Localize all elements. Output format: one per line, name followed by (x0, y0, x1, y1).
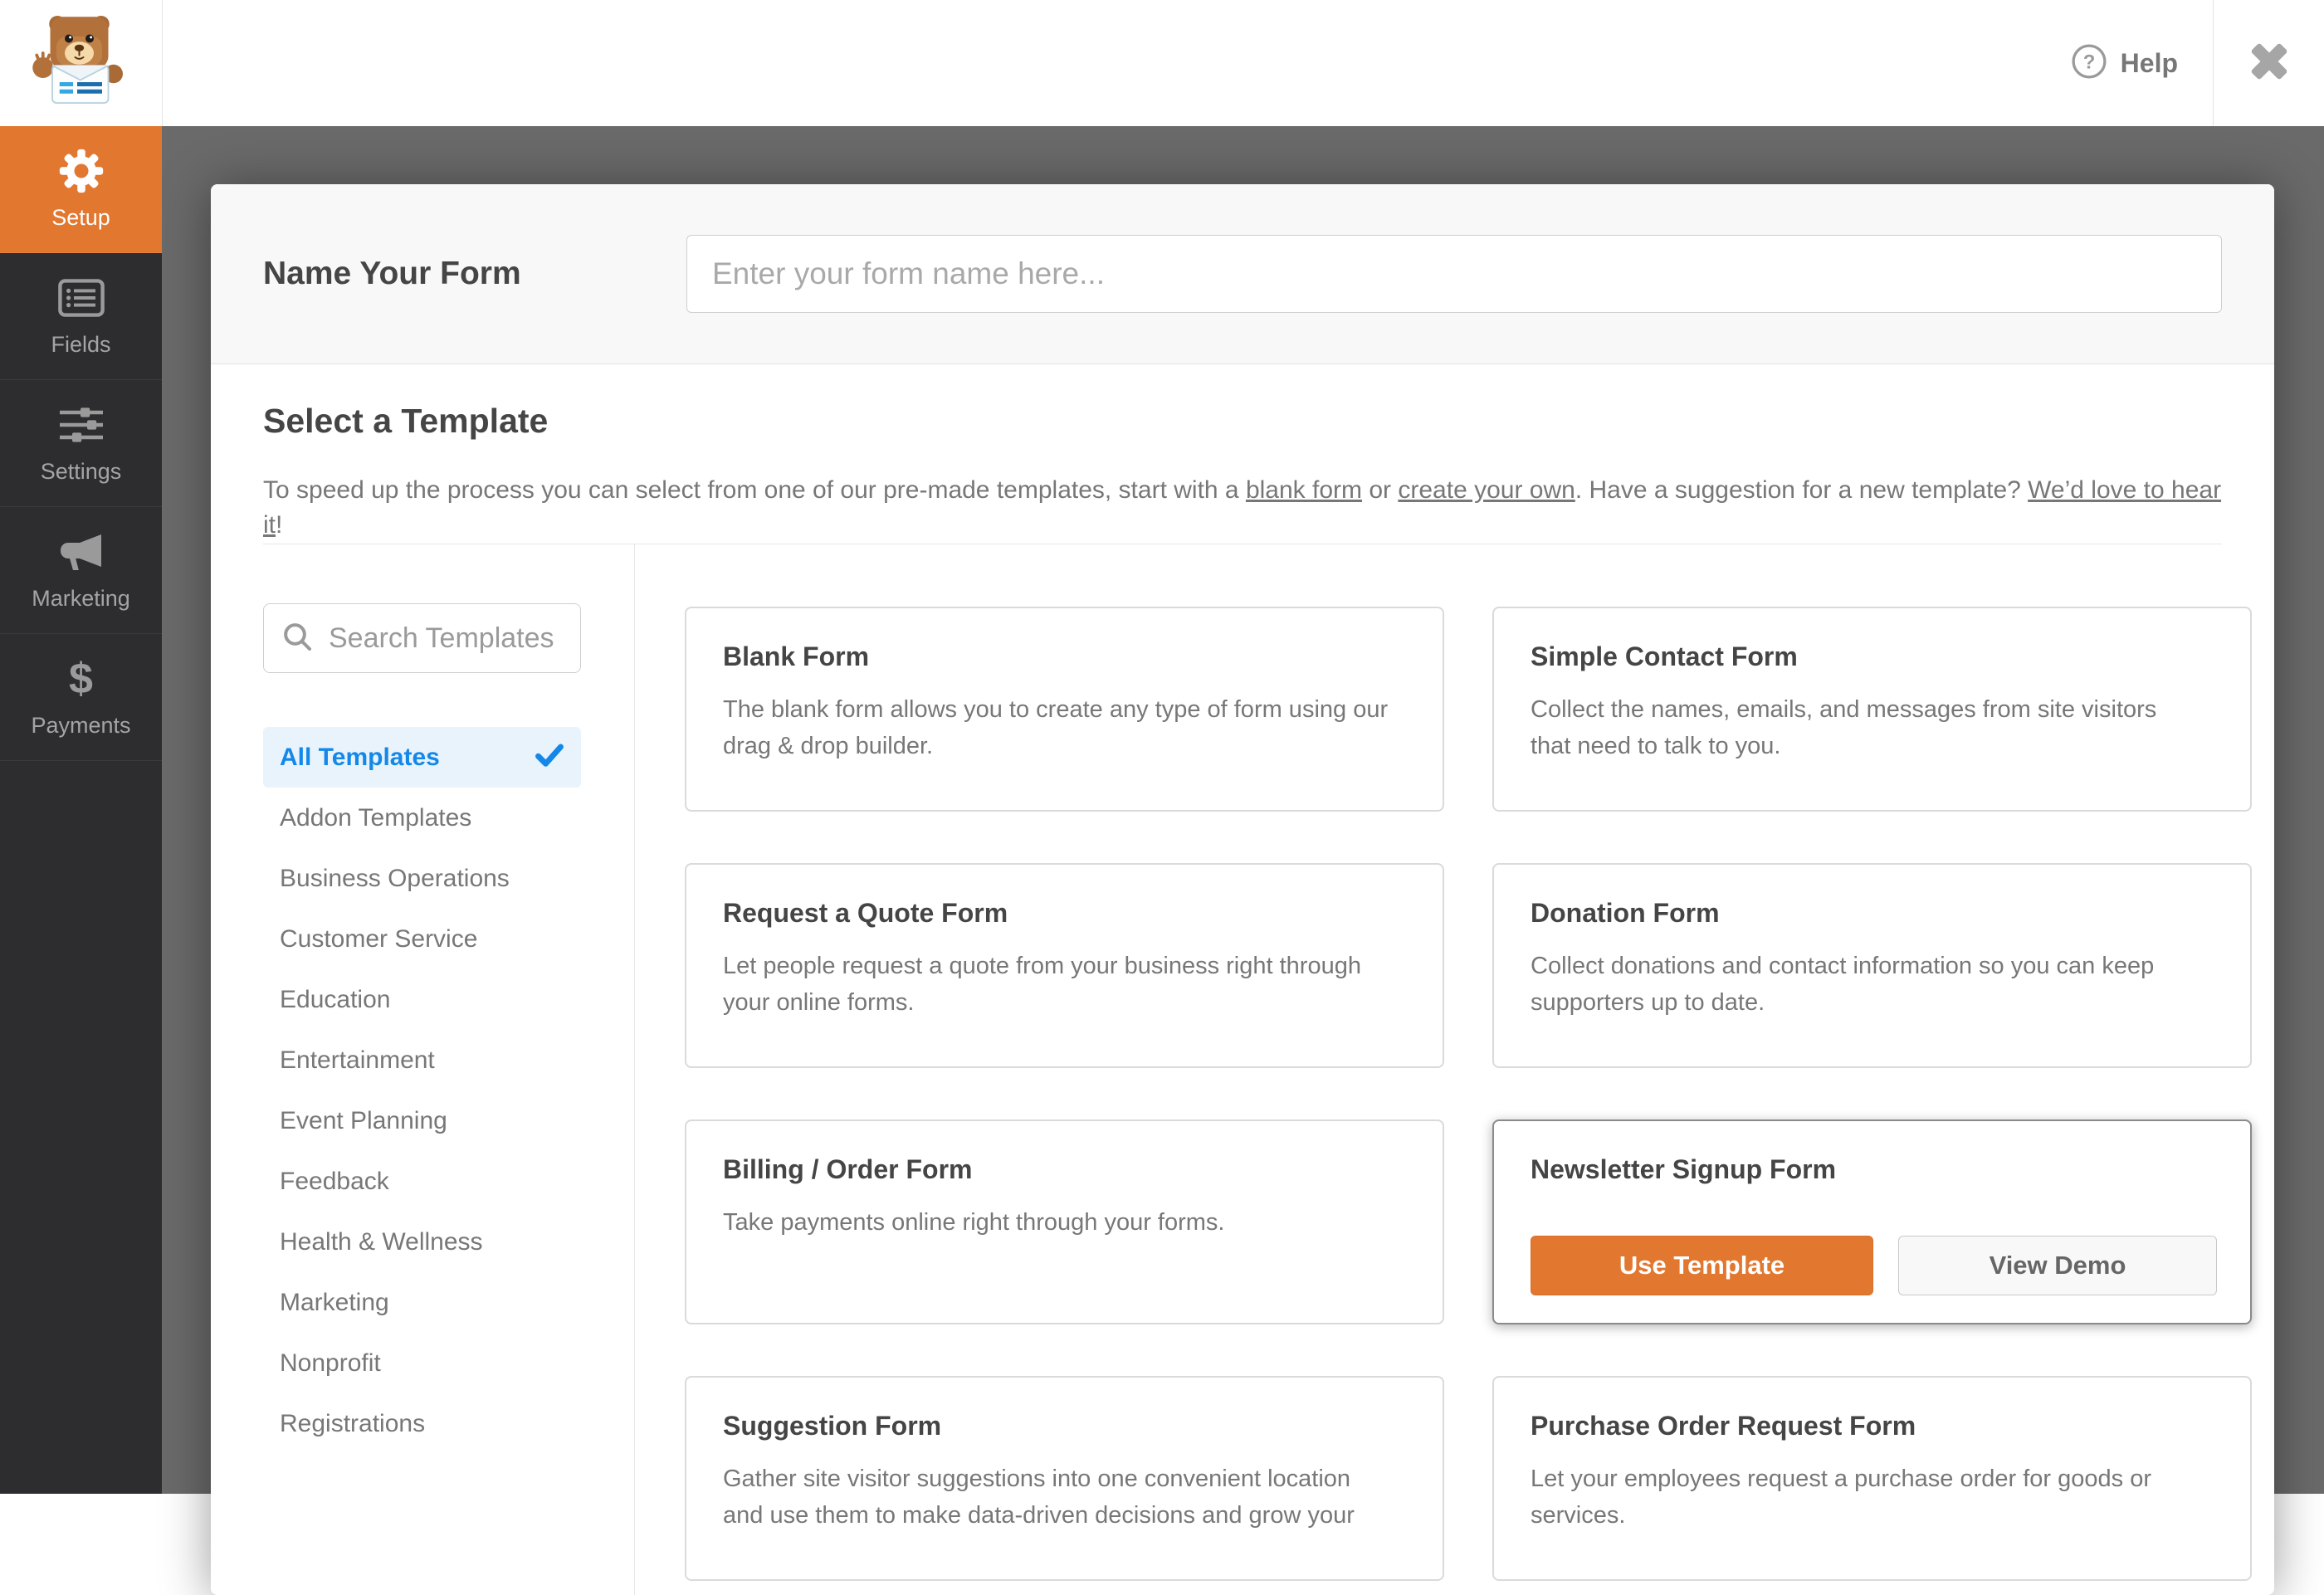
template-card-blank-form[interactable]: Blank Form The blank form allows you to … (685, 607, 1444, 812)
category-label: Nonprofit (280, 1349, 381, 1377)
template-title: Blank Form (723, 641, 870, 671)
category-item-customer-service[interactable]: Customer Service (263, 909, 581, 969)
vertical-divider (634, 544, 635, 1595)
category-label: Registrations (280, 1409, 426, 1437)
template-card-billing-order-form[interactable]: Billing / Order Form Take payments onlin… (685, 1119, 1444, 1324)
question-circle-icon: ? (2071, 43, 2107, 84)
blank-form-link[interactable]: blank form (1246, 476, 1362, 504)
category-list: All Templates Addon Templates Business O… (263, 727, 581, 1454)
template-title: Request a Quote Form (723, 898, 1008, 928)
close-button[interactable] (2213, 0, 2324, 126)
template-card-simple-contact-form[interactable]: Simple Contact Form Collect the names, e… (1492, 607, 2252, 812)
sidebar-item-label: Setup (51, 204, 110, 230)
description-text: ! (276, 511, 283, 539)
help-label: Help (2120, 47, 2178, 78)
category-item-all-templates[interactable]: All Templates (263, 727, 581, 788)
category-item-entertainment[interactable]: Entertainment (263, 1030, 581, 1090)
description-text: or (1362, 476, 1399, 504)
template-title: Simple Contact Form (1531, 641, 1798, 671)
template-description: Collect donations and contact informatio… (1531, 953, 2155, 1016)
category-label: Health & Wellness (280, 1227, 483, 1256)
megaphone-icon (58, 529, 105, 574)
template-card-newsletter-signup-form[interactable]: Newsletter Signup Form Use Template View… (1492, 1119, 2252, 1324)
category-item-event-planning[interactable]: Event Planning (263, 1090, 581, 1151)
category-item-addon-templates[interactable]: Addon Templates (263, 788, 581, 848)
category-label: Event Planning (280, 1106, 447, 1134)
sidebar-item-label: Fields (51, 331, 111, 357)
template-card-request-a-quote-form[interactable]: Request a Quote Form Let people request … (685, 863, 1444, 1068)
sidebar-item-settings[interactable]: Settings (0, 380, 162, 507)
template-title: Newsletter Signup Form (1531, 1154, 1837, 1184)
close-icon (2246, 38, 2292, 89)
category-label: Entertainment (280, 1046, 435, 1074)
category-item-feedback[interactable]: Feedback (263, 1151, 581, 1212)
create-your-own-link[interactable]: create your own (1398, 476, 1575, 504)
sidebar-item-label: Marketing (32, 585, 130, 611)
template-card-purchase-order-request-form[interactable]: Purchase Order Request Form Let your emp… (1492, 1376, 2252, 1581)
category-label: Feedback (280, 1167, 389, 1195)
search-input[interactable] (327, 621, 564, 656)
category-label: Education (280, 985, 391, 1013)
wpforms-bear-logo (29, 12, 134, 115)
check-icon (535, 739, 564, 776)
fields-icon (57, 276, 105, 320)
template-description: Gather site visitor suggestions into one… (723, 1466, 1355, 1529)
setup-panel: Name Your Form Select a Template To spee… (211, 184, 2274, 1595)
builder-sidebar: Setup Fields Settings Marketing $ Paymen… (0, 126, 162, 1494)
select-template-title: Select a Template (263, 402, 549, 440)
form-name-input[interactable] (686, 235, 2222, 313)
template-title: Billing / Order Form (723, 1154, 973, 1184)
template-description: Take payments online right through your … (723, 1209, 1225, 1236)
template-description: Collect the names, emails, and messages … (1531, 696, 2157, 759)
description-text: . Have a suggestion for a new template? (1575, 476, 2029, 504)
category-item-registrations[interactable]: Registrations (263, 1393, 581, 1454)
template-title: Suggestion Form (723, 1411, 942, 1441)
template-card-grid: Blank Form The blank form allows you to … (685, 607, 2252, 1581)
sidebar-item-payments[interactable]: $ Payments (0, 634, 162, 761)
template-card-actions: Use Template View Demo (1531, 1236, 2217, 1295)
sidebar-item-label: Settings (40, 458, 122, 484)
search-icon (281, 620, 314, 657)
svg-text:?: ? (2082, 51, 2095, 73)
use-template-button[interactable]: Use Template (1531, 1236, 1873, 1295)
template-title: Donation Form (1531, 898, 1720, 928)
category-item-health-wellness[interactable]: Health & Wellness (263, 1212, 581, 1272)
category-label: Marketing (280, 1288, 389, 1316)
category-label: Customer Service (280, 924, 478, 953)
category-label: Business Operations (280, 864, 510, 892)
gear-icon (59, 149, 104, 193)
help-button[interactable]: ? Help (2071, 0, 2178, 126)
sidebar-item-marketing[interactable]: Marketing (0, 507, 162, 634)
form-name-section: Name Your Form (211, 184, 2274, 364)
template-card-suggestion-form[interactable]: Suggestion Form Gather site visitor sugg… (685, 1376, 1444, 1581)
category-label: Addon Templates (280, 803, 472, 832)
top-header: ? Help (0, 0, 2324, 126)
category-item-education[interactable]: Education (263, 969, 581, 1030)
form-name-label: Name Your Form (263, 256, 521, 291)
sidebar-item-label: Payments (31, 712, 131, 738)
sidebar-item-fields[interactable]: Fields (0, 253, 162, 380)
select-template-description: To speed up the process you can select f… (263, 473, 2222, 543)
dollar-icon: $ (69, 654, 93, 703)
template-search (263, 603, 581, 673)
category-item-nonprofit[interactable]: Nonprofit (263, 1333, 581, 1393)
template-description: The blank form allows you to create any … (723, 696, 1389, 759)
sliders-icon (58, 402, 105, 447)
template-title: Purchase Order Request Form (1531, 1411, 1916, 1441)
view-demo-button[interactable]: View Demo (1898, 1236, 2217, 1295)
category-item-business-operations[interactable]: Business Operations (263, 848, 581, 909)
template-description: Let your employees request a purchase or… (1531, 1466, 2151, 1529)
category-label: All Templates (280, 743, 440, 771)
category-item-marketing[interactable]: Marketing (263, 1272, 581, 1333)
sidebar-item-setup[interactable]: Setup (0, 126, 162, 253)
template-card-donation-form[interactable]: Donation Form Collect donations and cont… (1492, 863, 2252, 1068)
logo-cell (0, 0, 163, 126)
template-description: Let people request a quote from your bus… (723, 953, 1361, 1016)
description-text: To speed up the process you can select f… (263, 476, 1246, 504)
